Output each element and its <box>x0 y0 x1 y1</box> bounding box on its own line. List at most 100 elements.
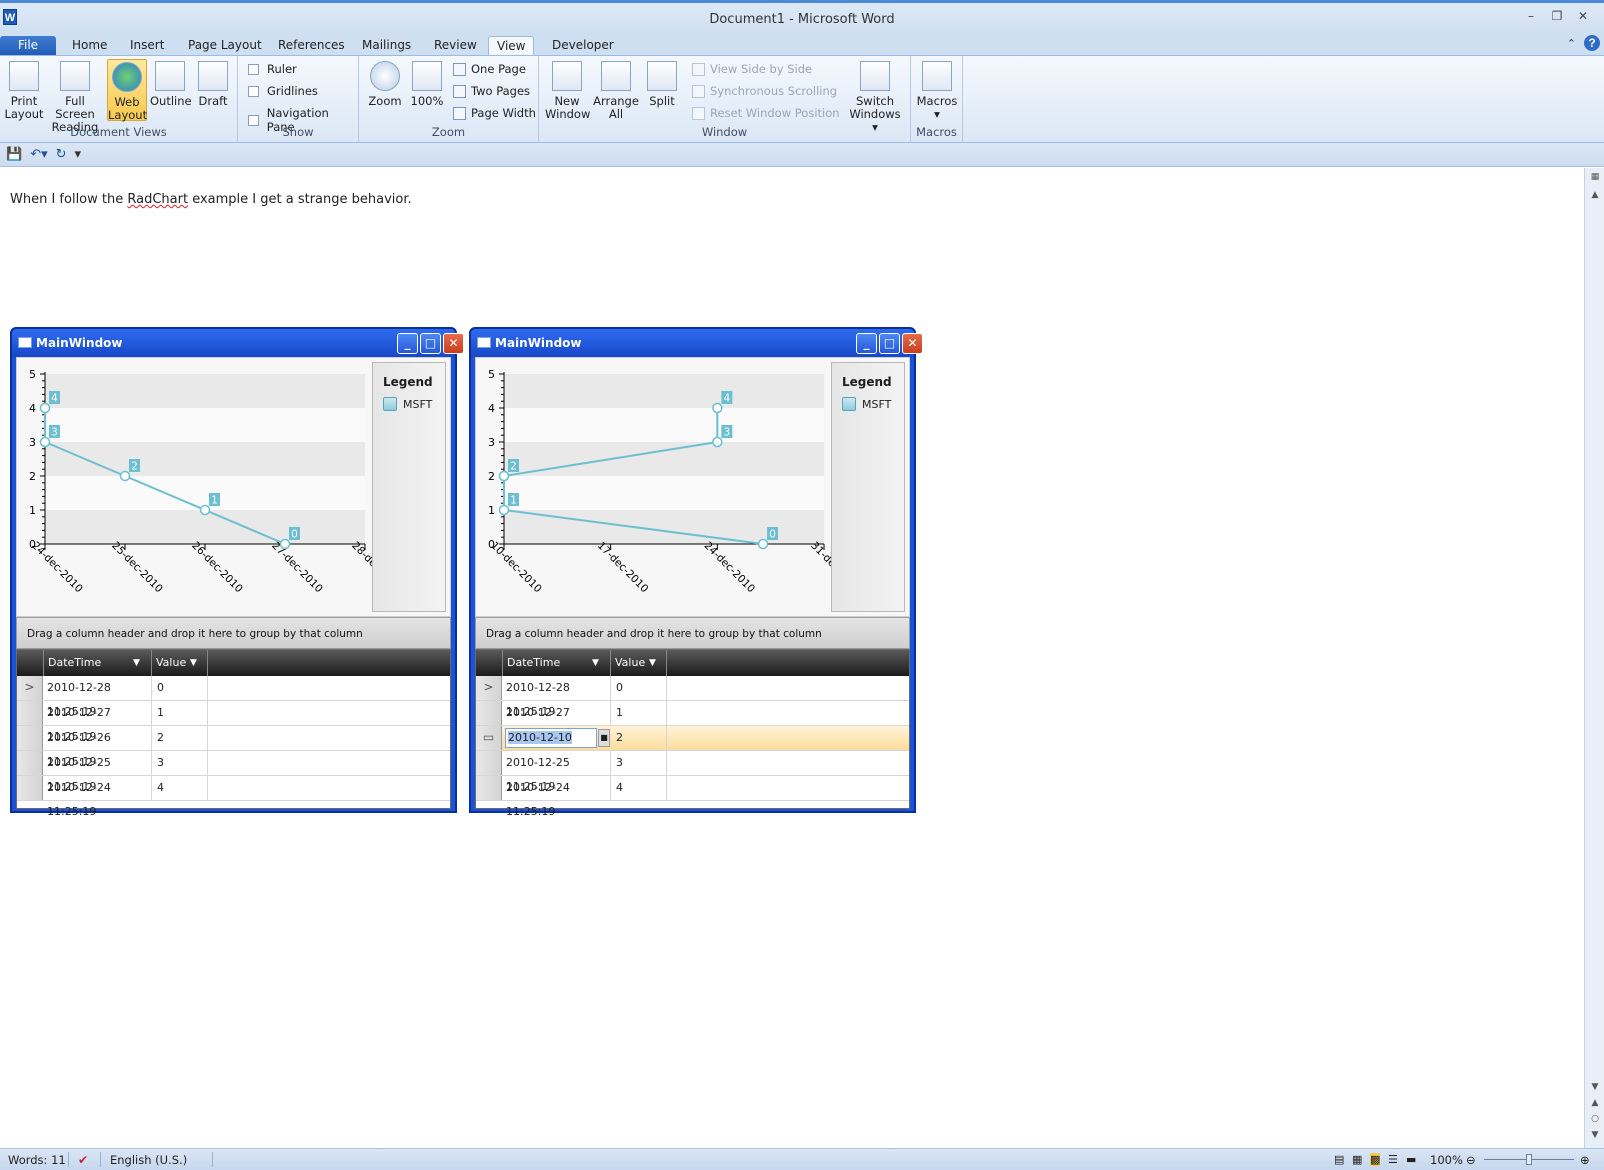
cell-value[interactable]: 1 <box>152 701 208 725</box>
outline-view-icon[interactable]: ☰ <box>1388 1153 1398 1166</box>
zoom-in-icon[interactable]: ⊕ <box>1580 1153 1590 1167</box>
row-indicator[interactable] <box>476 701 502 725</box>
table-row[interactable]: 2010-12-24 11:25:19 4 <box>17 776 450 818</box>
minimize-icon[interactable]: – <box>1524 9 1538 23</box>
macros-button[interactable]: Macros ▾ <box>915 59 959 121</box>
row-indicator[interactable] <box>17 701 43 725</box>
web-layout-button[interactable]: Web Layout <box>107 59 147 122</box>
maximize-icon[interactable]: □ <box>879 333 900 354</box>
ruler-checkbox[interactable]: Ruler <box>248 62 297 76</box>
cell-datetime[interactable]: 2010-12-28 11:25:19 <box>44 676 152 718</box>
tab-insert[interactable]: Insert <box>122 36 172 56</box>
group-panel[interactable]: Drag a column header and drop it here to… <box>16 617 451 649</box>
tab-developer[interactable]: Developer <box>544 36 622 56</box>
minimize-icon[interactable]: _ <box>856 333 877 354</box>
table-row[interactable]: 2010-12-27 11:25:191 <box>476 701 909 743</box>
page-width-button[interactable]: Page Width <box>453 106 536 120</box>
customize-toolbar-icon[interactable]: ▾ <box>75 147 82 162</box>
previous-page-icon[interactable]: ▲ <box>1585 1098 1604 1108</box>
window-title-bar[interactable]: MainWindow _ □ ✕ <box>471 329 923 357</box>
zoom-button[interactable]: Zoom <box>365 59 405 121</box>
tab-review[interactable]: Review <box>426 36 485 56</box>
close-icon[interactable]: ✕ <box>443 333 464 354</box>
minimize-icon[interactable]: _ <box>397 333 418 354</box>
filter-icon[interactable]: ▼ <box>133 658 140 668</box>
cell-value[interactable]: 4 <box>152 776 208 800</box>
current-row-indicator-icon[interactable]: > <box>476 676 502 700</box>
proofing-icon[interactable]: ✔ <box>78 1153 88 1167</box>
tab-mailings[interactable]: Mailings <box>354 36 419 56</box>
cell-value[interactable]: 2 <box>152 726 208 750</box>
view-side-by-side-button[interactable]: View Side by Side <box>692 62 812 76</box>
row-indicator[interactable] <box>17 776 43 800</box>
cell-datetime[interactable]: 2010-12-28 11:25:19 <box>503 676 611 718</box>
select-browse-object-icon[interactable]: ○ <box>1585 1114 1604 1124</box>
zoom-level[interactable]: 100% <box>1430 1153 1463 1167</box>
next-page-icon[interactable]: ▼ <box>1585 1130 1604 1140</box>
cell-datetime[interactable]: 2010-12-24 11:25:19 <box>44 776 152 818</box>
row-indicator[interactable] <box>17 751 43 775</box>
filter-icon[interactable]: ▼ <box>592 658 599 668</box>
cell-datetime[interactable]: 2010-12-27 11:25:19 <box>503 701 611 743</box>
tab-view[interactable]: View <box>488 36 535 56</box>
cell-datetime[interactable]: 2010-12-25 11:25:19 <box>44 751 152 793</box>
filter-icon[interactable]: ▼ <box>649 658 656 668</box>
cell-datetime[interactable]: 2010-12-26 11:25:19 <box>44 726 152 768</box>
datetime-edit-field[interactable]: 2010-12-10 <box>505 728 597 748</box>
redo-icon[interactable]: ↻ <box>56 147 67 162</box>
full-screen-reading-button[interactable]: Full Screen Reading <box>46 59 104 134</box>
word-count[interactable]: Words: 11 <box>8 1153 66 1167</box>
table-row[interactable]: 2010-12-27 11:25:191 <box>17 701 450 743</box>
ruler-toggle-icon[interactable]: ▦ <box>1585 172 1604 182</box>
misspelled-word[interactable]: RadChart <box>127 192 188 207</box>
web-layout-view-icon[interactable]: ▩ <box>1370 1153 1381 1166</box>
cell-value[interactable]: 4 <box>611 776 667 800</box>
edit-row-indicator-icon[interactable]: ▭ <box>476 726 502 750</box>
restore-icon[interactable]: ❐ <box>1550 9 1564 23</box>
row-indicator[interactable] <box>17 726 43 750</box>
switch-windows-button[interactable]: Switch Windows ▾ <box>845 59 905 134</box>
scroll-up-icon[interactable]: ▲ <box>1585 190 1604 200</box>
table-row[interactable]: 2010-12-25 11:25:19 3 <box>17 751 450 793</box>
split-button[interactable]: Split <box>642 59 682 121</box>
zoom-100-button[interactable]: 100% <box>407 59 447 121</box>
help-icon[interactable]: ? <box>1584 35 1600 51</box>
cell-datetime[interactable]: 2010-12-25 11:25:19 <box>503 751 611 793</box>
row-indicator[interactable] <box>476 776 502 800</box>
cell-value[interactable]: 3 <box>152 751 208 775</box>
language-indicator[interactable]: English (U.S.) <box>110 1153 187 1167</box>
draft-button[interactable]: Draft <box>193 59 233 121</box>
column-header-value[interactable]: Value <box>611 650 667 676</box>
close-icon[interactable]: ✕ <box>902 333 923 354</box>
tab-home[interactable]: Home <box>64 36 115 56</box>
table-row[interactable]: >2010-12-28 11:25:19 0 <box>476 676 909 718</box>
tab-references[interactable]: References <box>270 36 353 56</box>
group-panel[interactable]: Drag a column header and drop it here to… <box>475 617 910 649</box>
table-row[interactable]: >2010-12-28 11:25:19 0 <box>17 676 450 718</box>
save-icon[interactable]: 💾 <box>6 147 22 162</box>
new-window-button[interactable]: New Window <box>545 59 590 121</box>
cell-value[interactable]: 2 <box>611 726 667 750</box>
filter-icon[interactable]: ▼ <box>190 658 197 668</box>
window-title-bar[interactable]: MainWindow _ □ ✕ <box>12 329 464 357</box>
draft-view-icon[interactable]: ▬ <box>1406 1153 1416 1166</box>
minimize-ribbon-icon[interactable]: ⌃ <box>1567 37 1576 50</box>
reset-window-position-button[interactable]: Reset Window Position <box>692 106 840 120</box>
synchronous-scrolling-button[interactable]: Synchronous Scrolling <box>692 84 837 98</box>
print-layout-view-icon[interactable]: ▤ <box>1334 1153 1344 1166</box>
cell-value[interactable]: 3 <box>611 751 667 775</box>
cell-value[interactable]: 0 <box>611 676 667 700</box>
document-paragraph[interactable]: When I follow the RadChart example I get… <box>10 192 412 207</box>
full-screen-view-icon[interactable]: ▦ <box>1352 1153 1362 1166</box>
gridlines-checkbox[interactable]: Gridlines <box>248 84 318 98</box>
cell-datetime[interactable]: 2010-12-24 11:25:19 <box>503 776 611 818</box>
cell-value[interactable]: 0 <box>152 676 208 700</box>
maximize-icon[interactable]: □ <box>420 333 441 354</box>
row-indicator[interactable] <box>476 751 502 775</box>
one-page-button[interactable]: One Page <box>453 62 526 76</box>
zoom-slider-thumb[interactable] <box>1526 1154 1532 1165</box>
print-layout-button[interactable]: Print Layout <box>4 59 44 121</box>
table-row[interactable]: 2010-12-24 11:25:19 4 <box>476 776 909 818</box>
two-pages-button[interactable]: Two Pages <box>453 84 530 98</box>
scroll-down-icon[interactable]: ▼ <box>1585 1082 1604 1092</box>
